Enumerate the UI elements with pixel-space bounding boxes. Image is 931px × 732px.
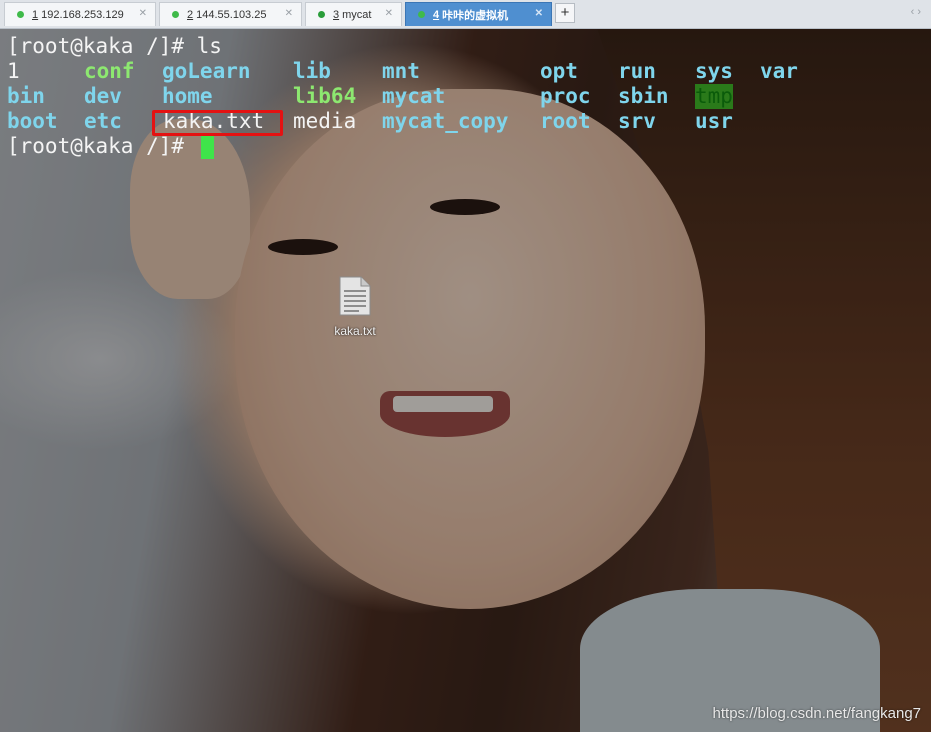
ls-entry-link: sbin [618, 84, 669, 108]
tab-session-3[interactable]: 3 mycat ✕ [305, 2, 402, 26]
desktop-file-label[interactable]: kaka.txt [325, 324, 385, 338]
tab-label: mycat [342, 8, 372, 21]
ls-entry-dir: opt [540, 59, 578, 83]
ls-entry-dir: home [162, 84, 213, 108]
close-icon[interactable]: ✕ [535, 8, 543, 19]
watermark-url: https://blog.csdn.net/fangkang7 [712, 705, 921, 722]
tab-bar: 1 192.168.253.129 ✕ 2 144.55.103.25 ✕ 3 … [0, 0, 931, 29]
tab-number: 1 [32, 8, 39, 21]
status-dot-icon [318, 11, 325, 18]
ls-entry-sticky-dir: tmp [695, 84, 733, 109]
tab-label: 192.168.253.129 [41, 8, 124, 21]
ls-entry-dir: boot [7, 109, 58, 133]
ls-entry-dir: media [293, 109, 357, 133]
tab-scroll-arrows[interactable]: ‹ › [911, 6, 921, 18]
ls-entry-dir: mnt [382, 59, 420, 83]
ls-entry-dir: srv [618, 109, 656, 133]
ls-entry-dir: conf [84, 59, 135, 83]
tab-number: 4 [433, 8, 440, 21]
ls-entry-dir: mycat [382, 84, 446, 108]
close-icon[interactable]: ✕ [385, 8, 393, 19]
ls-entry-file: 1 [7, 59, 20, 83]
ls-entry-dir: sys [695, 59, 733, 83]
tab-label: 144.55.103.25 [196, 8, 267, 21]
ls-entry-dir: mycat_copy [382, 109, 509, 133]
tab-session-4[interactable]: 4 咔咔的虚拟机 ✕ [405, 2, 552, 26]
tab-session-1[interactable]: 1 192.168.253.129 ✕ [4, 2, 156, 26]
highlight-box [152, 110, 283, 136]
ls-entry-dir: proc [540, 84, 591, 108]
status-dot-icon [172, 11, 179, 18]
text-file-icon[interactable] [337, 276, 371, 316]
ls-entry-dir: root [540, 109, 591, 133]
tab-label: 咔咔的虚拟机 [442, 9, 509, 22]
tab-number: 3 [333, 8, 340, 21]
status-dot-icon [418, 11, 425, 18]
ls-entry-dir: run [618, 59, 656, 83]
ls-entry-link: lib [293, 59, 331, 83]
terminal-line-prompt: [root@kaka /]# [7, 134, 197, 158]
close-icon[interactable]: ✕ [285, 8, 293, 19]
terminal-line-prompt: [root@kaka /]# ls [7, 34, 222, 58]
add-tab-button[interactable]: + [555, 3, 575, 23]
ls-entry-dir: etc [84, 109, 122, 133]
terminal-window[interactable]: [root@kaka /]# ls 1 conf goLearn lib mnt… [0, 29, 931, 732]
ls-entry-dir: var [760, 59, 798, 83]
status-dot-icon [17, 11, 24, 18]
terminal-cursor [201, 136, 214, 159]
ls-entry-link: bin [7, 84, 45, 108]
ls-entry-dir: dev [84, 84, 122, 108]
ls-entry-link: lib64 [293, 84, 357, 108]
ls-entry-dir: usr [695, 109, 733, 133]
ls-entry-dir: goLearn [162, 59, 251, 83]
close-icon[interactable]: ✕ [139, 8, 147, 19]
tab-number: 2 [187, 8, 194, 21]
tab-session-2[interactable]: 2 144.55.103.25 ✕ [159, 2, 302, 26]
